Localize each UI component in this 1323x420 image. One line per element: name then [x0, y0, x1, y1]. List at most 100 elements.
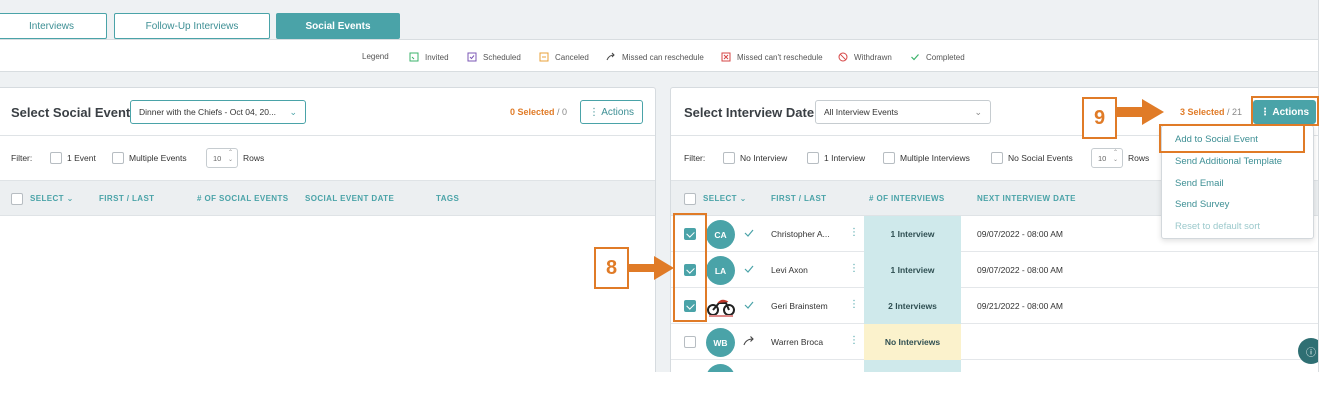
completed-icon: [744, 265, 754, 273]
filter-option-label: 1 Event: [67, 153, 96, 163]
right-selected-count: 3 Selected / 21: [1180, 107, 1242, 117]
col-social-event-date[interactable]: SOCIAL EVENT DATE: [305, 194, 394, 203]
col-first-last[interactable]: FIRST / LAST: [771, 194, 826, 203]
left-actions-button[interactable]: ⋮ Actions: [580, 100, 643, 124]
row-name[interactable]: Christopher A...: [771, 229, 830, 239]
annotation-arrow-9: [1116, 99, 1164, 125]
avatar: [706, 364, 735, 372]
legend-label: Withdrawn: [854, 52, 892, 62]
withdrawn-icon: [838, 52, 848, 62]
checkbox[interactable]: [883, 152, 895, 164]
filter-multiple-interviews[interactable]: Multiple Interviews: [883, 152, 970, 164]
interview-count: 1 Interview: [864, 252, 961, 288]
next-interview-date: 09/07/2022 - 08:00 AM: [977, 229, 1064, 239]
row-name[interactable]: Warren Broca: [771, 337, 823, 347]
checkbox[interactable]: [723, 152, 735, 164]
table-row[interactable]: WB Warren Broca ⋮ No Interviews: [671, 324, 1323, 360]
social-event-title: Select Social Event:: [11, 105, 135, 120]
checkbox[interactable]: [991, 152, 1003, 164]
rows-stepper[interactable]: 10: [206, 148, 238, 168]
row-name[interactable]: Levi Axon: [771, 265, 808, 275]
menu-item-send-email[interactable]: Send Email: [1175, 178, 1224, 189]
table-row[interactable]: LA Levi Axon ⋮ 1 Interview 09/07/2022 - …: [671, 252, 1323, 288]
filter-one-interview[interactable]: 1 Interview: [807, 152, 865, 164]
legend-bar: Legend Invited Scheduled Canceled Missed…: [0, 39, 1318, 72]
filter-option-label: Multiple Events: [129, 153, 187, 163]
legend-invited: Invited: [409, 52, 449, 62]
chevron-down-icon: ⌄: [289, 107, 297, 117]
kebab-menu-icon[interactable]: ⋮: [849, 335, 859, 346]
kebab-menu-icon[interactable]: ⋮: [849, 299, 859, 310]
missed-reschedule-icon: [606, 52, 615, 61]
kebab-menu-icon[interactable]: ⋮: [849, 227, 859, 238]
legend-withdrawn: Withdrawn: [838, 52, 892, 62]
legend-canceled: Canceled: [539, 52, 589, 62]
rows-label: Rows: [1128, 153, 1150, 163]
legend-title: Legend: [362, 52, 389, 61]
annotation-step-9: 9: [1082, 97, 1117, 139]
avatar: LA: [706, 256, 735, 285]
left-filter-row: Filter: 1 Event Multiple Events 10 Rows: [0, 136, 655, 180]
completed-icon: [911, 54, 919, 61]
legend-label: Invited: [425, 52, 449, 62]
interview-date-select[interactable]: All Interview Events ⌄: [815, 100, 991, 124]
checkbox[interactable]: [807, 152, 819, 164]
select-all-checkbox[interactable]: [11, 193, 23, 205]
interview-date-title: Select Interview Date:: [684, 105, 819, 120]
interview-count: 2 Interviews: [864, 288, 961, 324]
col-select[interactable]: SELECT ⌄: [703, 194, 747, 203]
invited-icon: [409, 52, 419, 62]
annotation-highlight-checkboxes: [673, 213, 707, 322]
filter-label: Filter:: [11, 153, 33, 163]
tab-social-events[interactable]: Social Events: [276, 13, 400, 39]
scrollbar[interactable]: [1318, 0, 1323, 372]
motorcycle-avatar-icon: [707, 299, 735, 317]
legend-label: Canceled: [555, 52, 589, 62]
left-selected-count: 0 Selected / 0: [510, 107, 567, 117]
social-event-select[interactable]: Dinner with the Chiefs - Oct 04, 20... ⌄: [130, 100, 306, 124]
filter-no-social-events[interactable]: No Social Events: [991, 152, 1073, 164]
col-first-last[interactable]: FIRST / LAST: [99, 194, 154, 203]
menu-item-send-survey[interactable]: Send Survey: [1175, 199, 1229, 210]
filter-no-interview[interactable]: No Interview: [723, 152, 787, 164]
rows-stepper[interactable]: 10: [1091, 148, 1123, 168]
col-next-interview-date[interactable]: NEXT INTERVIEW DATE: [977, 194, 1076, 203]
table-row[interactable]: Geri Brainstem ⋮ 2 Interviews 09/21/2022…: [671, 288, 1323, 324]
filter-option-label: No Interview: [740, 153, 788, 163]
tab-follow-up-interviews[interactable]: Follow-Up Interviews: [114, 13, 270, 39]
total-count: / 0: [554, 107, 568, 117]
filter-label: Filter:: [684, 153, 706, 163]
kebab-menu-icon[interactable]: ⋮: [849, 263, 859, 274]
table-row[interactable]: [671, 360, 1323, 372]
col-interviews[interactable]: # OF INTERVIEWS: [869, 194, 945, 203]
legend-label: Missed can reschedule: [622, 52, 704, 62]
social-event-select-value: Dinner with the Chiefs - Oct 04, 20...: [139, 107, 277, 117]
menu-item-send-additional-template[interactable]: Send Additional Template: [1175, 156, 1282, 167]
left-table-header: SELECT ⌄ FIRST / LAST # OF SOCIAL EVENTS…: [0, 180, 655, 216]
scheduled-icon: [467, 52, 477, 62]
checkbox[interactable]: [50, 152, 62, 164]
annotation-highlight-actions: [1251, 96, 1319, 126]
col-social-events[interactable]: # OF SOCIAL EVENTS: [197, 194, 289, 203]
tab-interviews[interactable]: Interviews: [0, 13, 107, 39]
checkbox[interactable]: [112, 152, 124, 164]
row-name[interactable]: Geri Brainstem: [771, 301, 828, 311]
filter-one-event[interactable]: 1 Event: [50, 152, 96, 164]
col-select[interactable]: SELECT ⌄: [30, 194, 74, 203]
interview-date-select-value: All Interview Events: [824, 107, 899, 117]
filter-option-label: Multiple Interviews: [900, 153, 970, 163]
completed-icon: [744, 301, 754, 309]
app-window: Interviews Follow-Up Interviews Social E…: [0, 0, 1323, 372]
rows-per-page[interactable]: 10 Rows: [1091, 148, 1149, 168]
next-interview-date: 09/21/2022 - 08:00 AM: [977, 301, 1064, 311]
filter-option-label: No Social Events: [1008, 153, 1073, 163]
legend-label: Completed: [926, 52, 965, 62]
avatar: CA: [706, 220, 735, 249]
col-tags[interactable]: TAGS: [436, 194, 459, 203]
menu-item-reset-sort: Reset to default sort: [1175, 221, 1261, 232]
filter-multiple-events[interactable]: Multiple Events: [112, 152, 187, 164]
total-count: / 21: [1224, 107, 1243, 117]
rows-per-page[interactable]: 10 Rows: [206, 148, 264, 168]
row-checkbox[interactable]: [684, 336, 696, 348]
select-all-checkbox[interactable]: [684, 193, 696, 205]
